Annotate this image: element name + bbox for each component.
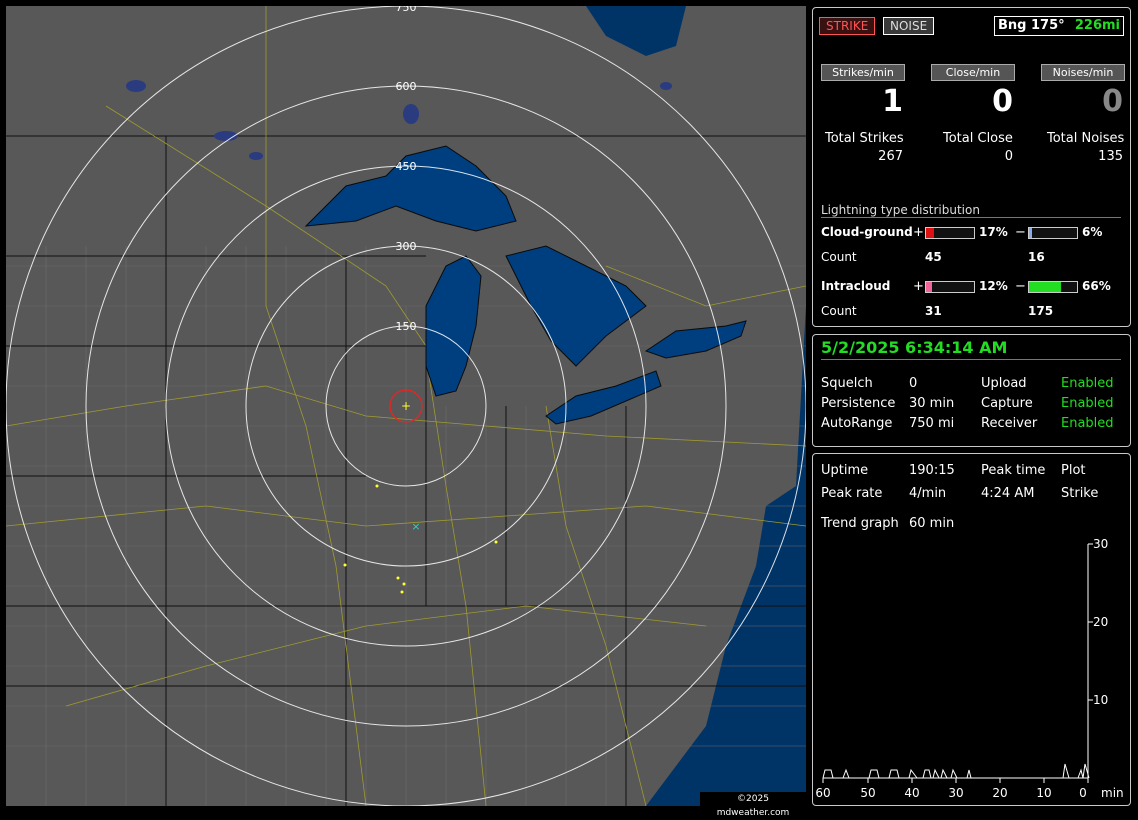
y-tick-30: 30: [1093, 537, 1108, 551]
uptime-value: 190:15: [909, 463, 955, 478]
trend-graph: 30 20 10 60 50 40 30 20 10 0 min: [815, 537, 1124, 800]
cg-neg-pct: 6%: [1082, 225, 1103, 239]
range-label-450: 450: [396, 160, 417, 173]
status-panel: 5/2/2025 6:34:14 AM Squelch 0 Upload Ena…: [812, 334, 1131, 447]
autorange-value[interactable]: 750 mi: [909, 416, 954, 431]
bearing-box: Bng 175° 226mi: [994, 16, 1124, 36]
trend-label: Trend graph: [821, 516, 899, 531]
x-tick-10: 10: [1036, 786, 1051, 800]
cg-pos-count: 45: [925, 250, 942, 264]
ic-neg-count: 175: [1028, 304, 1054, 318]
x-tick-20: 20: [992, 786, 1007, 800]
copyright: ©2025 mdweather.com: [700, 792, 806, 818]
ic-neg-bar: [1028, 281, 1078, 293]
x-tick-30: 30: [948, 786, 963, 800]
counts-panel: STRIKE NOISE Bng 175° 226mi Strikes/min …: [812, 7, 1131, 327]
total-noises-label: Total Noises: [1047, 131, 1125, 146]
upload-value[interactable]: Enabled: [1061, 376, 1114, 391]
y-tick-20: 20: [1093, 615, 1108, 629]
strikes-per-min-label: Strikes/min: [821, 64, 905, 81]
close-per-min-label: Close/min: [931, 64, 1015, 81]
range-label-150: 150: [396, 320, 417, 333]
total-strikes-value: 267: [878, 149, 903, 164]
range-label-600: 600: [396, 80, 417, 93]
cg-pos-bar: [925, 227, 975, 239]
ic-pos-count: 31: [925, 304, 942, 318]
plot-value[interactable]: Strike: [1061, 486, 1098, 501]
stats-panel: Uptime 190:15 Peak time Plot Peak rate 4…: [812, 453, 1131, 806]
total-close-value: 0: [1004, 149, 1013, 164]
capture-label: Capture: [981, 396, 1033, 411]
x-tick-60: 60: [815, 786, 830, 800]
y-tick-10: 10: [1093, 693, 1108, 707]
cg-neg-bar: [1028, 227, 1078, 239]
squelch-value[interactable]: 0: [909, 376, 917, 391]
cg-neg-sign: −: [1015, 225, 1026, 240]
peak-rate-value: 4/min: [909, 486, 947, 501]
cg-neg-count: 16: [1028, 250, 1045, 264]
ic-pos-pct: 12%: [979, 279, 1008, 293]
noise-button[interactable]: NOISE: [883, 17, 935, 35]
strikes-per-min-value: 1: [882, 84, 903, 119]
strike-plus-icon: +: [401, 399, 411, 413]
close-per-min-value: 0: [992, 84, 1013, 119]
total-noises-value: 135: [1098, 149, 1123, 164]
peak-time-label: Peak time: [981, 463, 1046, 478]
x-tick-40: 40: [904, 786, 919, 800]
x-tick-0: 0: [1079, 786, 1087, 800]
plot-label: Plot: [1061, 463, 1086, 478]
distribution-title: Lightning type distribution: [821, 203, 980, 217]
cg-pos-pct: 17%: [979, 225, 1008, 239]
ic-count-label: Count: [821, 304, 857, 318]
lightning-map[interactable]: 150 300 450 600 750 + ×: [6, 6, 806, 806]
squelch-label: Squelch: [821, 376, 873, 391]
distance-value: 226mi: [1074, 18, 1120, 33]
noises-per-min-label: Noises/min: [1041, 64, 1125, 81]
x-tick-50: 50: [860, 786, 875, 800]
receiver-value[interactable]: Enabled: [1061, 416, 1114, 431]
peak-time-value: 4:24 AM: [981, 486, 1035, 501]
range-label-750: 750: [396, 6, 417, 14]
strike-button[interactable]: STRIKE: [819, 17, 876, 35]
divider: [821, 217, 1121, 218]
cg-pos-sign: +: [913, 225, 924, 240]
ic-neg-sign: −: [1015, 279, 1026, 294]
datetime: 5/2/2025 6:34:14 AM: [821, 338, 1008, 357]
noises-per-min-value: 0: [1102, 84, 1123, 119]
total-close-label: Total Close: [943, 131, 1013, 146]
trend-axes: [823, 544, 1089, 779]
upload-label: Upload: [981, 376, 1027, 391]
persistence-label: Persistence: [821, 396, 896, 411]
intracloud-label: Intracloud: [821, 279, 891, 293]
ic-neg-pct: 66%: [1082, 279, 1111, 293]
uptime-label: Uptime: [821, 463, 869, 478]
ic-pos-bar: [925, 281, 975, 293]
persistence-value[interactable]: 30 min: [909, 396, 954, 411]
x-unit: min: [1101, 786, 1124, 800]
cg-count-label: Count: [821, 250, 857, 264]
autorange-label: AutoRange: [821, 416, 893, 431]
trend-value[interactable]: 60 min: [909, 516, 954, 531]
cloud-ground-label: Cloud-ground: [821, 225, 913, 239]
capture-value[interactable]: Enabled: [1061, 396, 1114, 411]
receiver-label: Receiver: [981, 416, 1038, 431]
bearing-value: Bng 175°: [998, 18, 1065, 33]
divider: [821, 359, 1121, 360]
ic-pos-sign: +: [913, 279, 924, 294]
peak-rate-label: Peak rate: [821, 486, 883, 501]
range-label-300: 300: [396, 240, 417, 253]
total-strikes-label: Total Strikes: [825, 131, 904, 146]
cursor-x-icon: ×: [411, 520, 420, 533]
